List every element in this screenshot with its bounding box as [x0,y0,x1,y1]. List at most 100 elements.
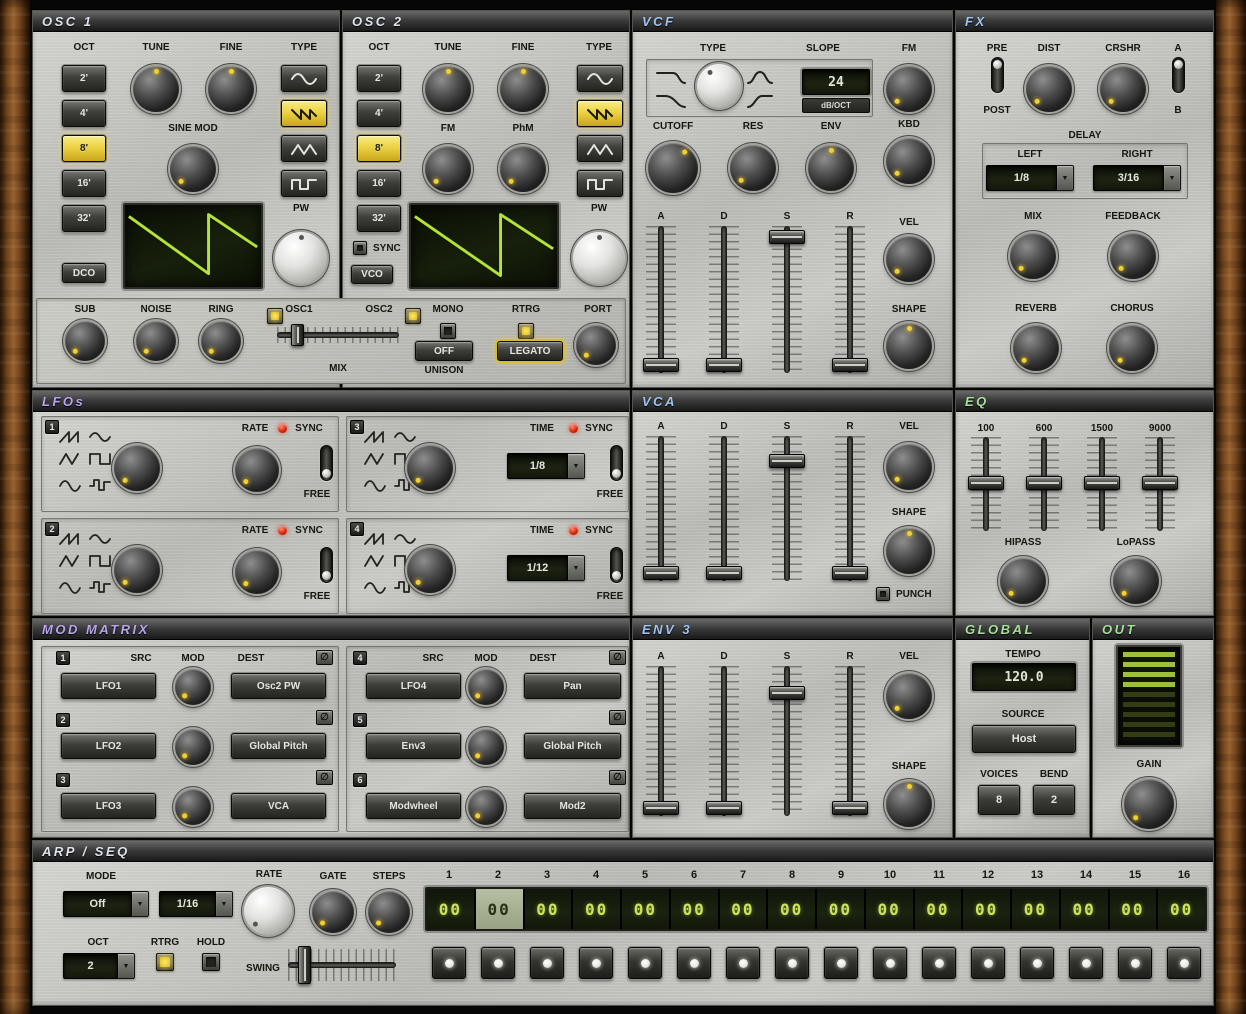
filter-type-knob[interactable] [697,64,741,108]
pre-post-toggle[interactable] [991,57,1004,93]
slider-handle[interactable] [832,358,868,372]
step-button-1[interactable] [432,947,466,979]
osc2-phm-knob[interactable] [500,146,546,192]
osc1-oct-4-button[interactable]: 4' [62,100,106,127]
osc2-oct-8-button[interactable]: 8' [357,135,401,162]
lfo2-waveform-palette-icon[interactable] [58,532,112,598]
step-button-16[interactable] [1167,947,1201,979]
vcf-release-slider[interactable] [835,226,865,373]
arp-rate-knob[interactable] [244,887,292,935]
feedback-knob[interactable] [1110,233,1156,279]
osc2-oct-16-button[interactable]: 16' [357,170,401,197]
slot4-mod-knob[interactable] [468,669,504,705]
vca-decay-slider[interactable] [709,436,739,581]
slot4-dest-button[interactable]: Pan [524,673,621,699]
punch-checkbox[interactable] [876,587,890,601]
slot6-mod-knob[interactable] [468,789,504,825]
step-value-cell[interactable]: 00 [427,889,476,929]
lfo1-wave-knob[interactable] [114,445,160,491]
step-button-2[interactable] [481,947,515,979]
osc1-sinemod-knob[interactable] [170,146,216,192]
dropdown-arrow-icon[interactable]: ▼ [568,555,585,581]
slot1-bypass-icon[interactable]: ∅ [316,650,333,665]
env3-shape-knob[interactable] [886,781,932,827]
osc2-sync-checkbox[interactable] [353,241,367,255]
lfo3-time-select[interactable]: 1/8▼ [507,453,585,479]
env3-sustain-slider[interactable] [772,666,802,816]
slider-handle[interactable] [832,801,868,815]
slider-handle[interactable] [643,358,679,372]
slot5-mod-knob[interactable] [468,729,504,765]
slot4-src-button[interactable]: LFO4 [366,673,461,699]
dropdown-arrow-icon[interactable]: ▼ [132,891,149,917]
osc2-oct-2-button[interactable]: 2' [357,65,401,92]
env3-decay-slider[interactable] [709,666,739,816]
ab-toggle[interactable] [1172,57,1185,93]
slot2-dest-button[interactable]: Global Pitch [231,733,326,759]
slider-handle[interactable] [832,566,868,580]
osc1-type-saw-button[interactable] [281,100,327,127]
lfo3-free-toggle[interactable] [610,445,623,481]
chorus-knob[interactable] [1109,325,1155,371]
vcf-shape-knob[interactable] [886,323,932,369]
step-button-6[interactable] [677,947,711,979]
arp-steps-knob[interactable] [368,891,410,933]
step-button-5[interactable] [628,947,662,979]
lfo2-free-toggle[interactable] [320,547,333,583]
delay-right-select[interactable]: 3/16▼ [1093,165,1181,191]
slider-handle[interactable] [706,801,742,815]
step-value-cell[interactable]: 00 [1158,889,1205,929]
port-knob[interactable] [576,325,616,365]
tempo-display[interactable]: 120.0 [972,663,1076,691]
step-button-9[interactable] [824,947,858,979]
gain-knob[interactable] [1124,779,1174,829]
source-button[interactable]: Host [972,725,1076,753]
vcf-fm-knob[interactable] [886,66,932,112]
osc1-type-triangle-button[interactable] [281,135,327,162]
vca-attack-slider[interactable] [646,436,676,581]
slot6-src-button[interactable]: Modwheel [366,793,461,819]
osc2-tune-knob[interactable] [425,66,471,112]
slider-handle[interactable] [706,566,742,580]
slider-handle[interactable] [1084,476,1120,490]
slot3-dest-button[interactable]: VCA [231,793,326,819]
step-value-cell[interactable]: 00 [525,889,574,929]
vcf-vel-knob[interactable] [886,236,932,282]
slider-handle[interactable] [643,801,679,815]
osc1-type-square-button[interactable] [281,170,327,197]
reverb-knob[interactable] [1013,325,1059,371]
osc1-oct-16-button[interactable]: 16' [62,170,106,197]
slider-handle[interactable] [769,454,805,468]
slot1-dest-button[interactable]: Osc2 PW [231,673,326,699]
unison-button[interactable]: OFF [415,341,473,361]
noise-knob[interactable] [136,321,176,361]
env3-attack-slider[interactable] [646,666,676,816]
step-button-3[interactable] [530,947,564,979]
osc2-fm-knob[interactable] [425,146,471,192]
slider-handle[interactable] [769,230,805,244]
arp-rate-select[interactable]: 1/16▼ [159,891,233,917]
slot5-bypass-icon[interactable]: ∅ [609,710,626,725]
osc2-type-square-button[interactable] [577,170,623,197]
step-button-15[interactable] [1118,947,1152,979]
osc2-oct-4-button[interactable]: 4' [357,100,401,127]
dropdown-arrow-icon[interactable]: ▼ [1164,165,1181,191]
step-value-cell[interactable]: 00 [817,889,866,929]
delay-mix-knob[interactable] [1010,233,1056,279]
slot4-bypass-icon[interactable]: ∅ [609,650,626,665]
slot2-bypass-icon[interactable]: ∅ [316,710,333,725]
dropdown-arrow-icon[interactable]: ▼ [216,891,233,917]
slot3-src-button[interactable]: LFO3 [61,793,156,819]
lfo2-rate-knob[interactable] [235,550,279,594]
eq-band-9000-slider[interactable] [1145,437,1175,531]
hipass-knob[interactable] [1000,558,1046,604]
osc1-dco-button[interactable]: DCO [62,263,106,283]
lopass-knob[interactable] [1113,558,1159,604]
eq-band-100-slider[interactable] [971,437,1001,531]
slider-handle[interactable] [291,324,304,346]
swing-slider[interactable] [288,949,396,981]
step-button-12[interactable] [971,947,1005,979]
osc1-type-sine-button[interactable] [281,65,327,92]
eq-band-1500-slider[interactable] [1087,437,1117,531]
env3-vel-knob[interactable] [886,673,932,719]
